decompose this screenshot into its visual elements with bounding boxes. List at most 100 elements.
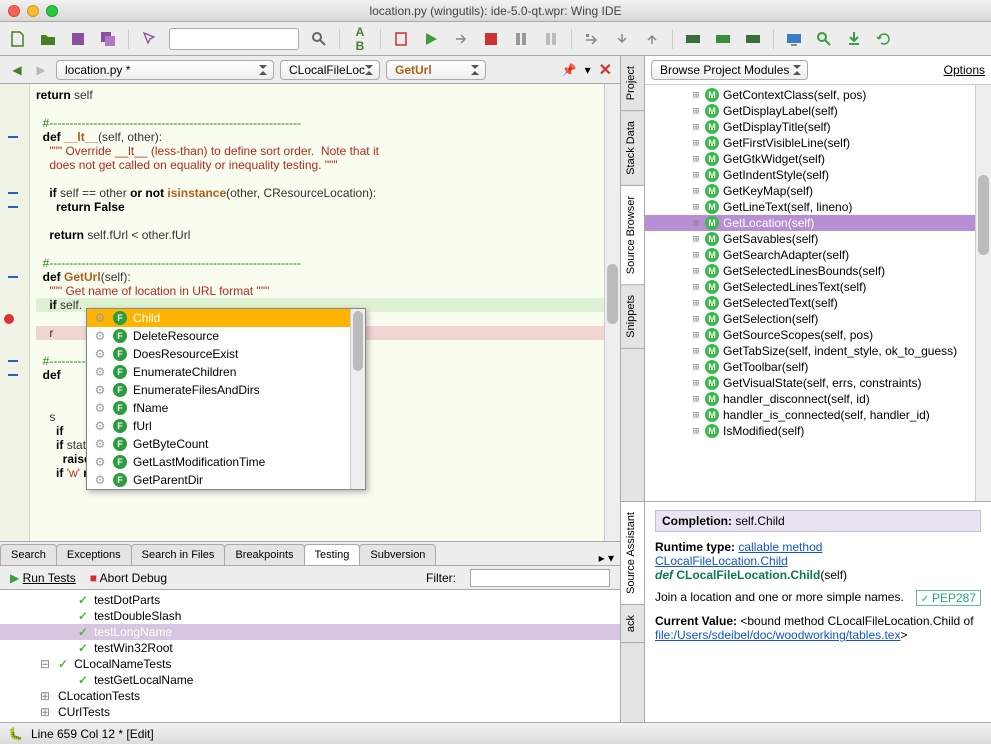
expand-icon[interactable]: ⊞ — [691, 346, 701, 357]
pin-icon[interactable]: 📌 — [562, 63, 577, 77]
browser-method-item[interactable]: ⊞MGetIndentStyle(self) — [645, 167, 975, 183]
save-all-icon[interactable] — [98, 29, 118, 49]
browser-method-item[interactable]: ⊞MGetFirstVisibleLine(self) — [645, 135, 975, 151]
browser-scrollbar[interactable] — [975, 85, 991, 501]
autocomplete-item[interactable]: ⚙FfUrl — [87, 417, 365, 435]
file-selector[interactable]: location.py * — [56, 60, 274, 80]
filter-input[interactable] — [470, 569, 610, 587]
current-value-link[interactable]: file:/Users/sdeibel/doc/woodworking/tabl… — [655, 628, 900, 642]
expand-icon[interactable]: ⊞ — [691, 298, 701, 309]
chevron-down-icon[interactable]: ▾ — [585, 63, 591, 77]
close-tab-icon[interactable]: ✕ — [599, 60, 612, 80]
test-item[interactable]: ⊞CUrlTests — [0, 704, 620, 720]
autocomplete-item[interactable]: ⚙FfName — [87, 399, 365, 417]
search-icon[interactable] — [309, 29, 329, 49]
abort-debug-button[interactable]: ■ Abort Debug — [90, 571, 167, 585]
browser-method-item[interactable]: ⊞MGetLineText(self, lineno) — [645, 199, 975, 215]
editor-scrollbar[interactable] — [604, 84, 620, 541]
download-icon[interactable] — [844, 29, 864, 49]
autocomplete-item[interactable]: ⚙FDeleteResource — [87, 327, 365, 345]
tab-testing[interactable]: Testing — [304, 544, 361, 565]
browser-method-item[interactable]: ⊞MGetVisualState(self, errs, constraints… — [645, 375, 975, 391]
expand-icon[interactable]: ⊞ — [691, 362, 701, 373]
browser-method-item[interactable]: ⊞MGetSelection(self) — [645, 311, 975, 327]
frame-back-icon[interactable] — [683, 29, 703, 49]
expand-icon[interactable]: ⊞ — [691, 218, 701, 229]
expand-icon[interactable]: ⊞ — [691, 314, 701, 325]
autocomplete-item[interactable]: ⚙FGetParentDir — [87, 471, 365, 489]
vtab-ack[interactable]: ack — [621, 605, 644, 643]
class-selector[interactable]: CLocalFileLoc — [280, 60, 380, 80]
test-item[interactable]: ✓testDotParts — [0, 592, 620, 608]
vtab-stack-data[interactable]: Stack Data — [621, 111, 644, 186]
expand-icon[interactable]: ⊞ — [691, 250, 701, 261]
test-item[interactable]: ✓testWin32Root — [0, 640, 620, 656]
expand-icon[interactable]: ⊞ — [691, 106, 701, 117]
tab-search-in-files[interactable]: Search in Files — [131, 544, 226, 565]
test-item[interactable]: ⊞CLocationTests — [0, 688, 620, 704]
options-link[interactable]: Options — [944, 63, 985, 77]
autocomplete-popup[interactable]: ⚙FChild⚙FDeleteResource⚙FDoesResourceExi… — [86, 308, 366, 490]
expand-icon[interactable]: ⊞ — [691, 202, 701, 213]
expand-icon[interactable]: ⊞ — [691, 170, 701, 181]
autocomplete-scrollbar[interactable] — [350, 309, 365, 489]
frame-fwd-icon[interactable] — [743, 29, 763, 49]
test-tree[interactable]: ✓testDotParts✓testDoubleSlash✓testLongNa… — [0, 590, 620, 722]
expand-icon[interactable]: ⊞ — [691, 410, 701, 421]
browser-method-item[interactable]: ⊞MGetKeyMap(self) — [645, 183, 975, 199]
expand-icon[interactable]: ⊞ — [691, 122, 701, 133]
monitor-icon[interactable] — [784, 29, 804, 49]
tab-exceptions[interactable]: Exceptions — [56, 544, 132, 565]
refresh-icon[interactable] — [874, 29, 894, 49]
expand-icon[interactable]: ⊞ — [691, 378, 701, 389]
function-selector[interactable]: GetUrl — [386, 60, 486, 80]
expand-icon[interactable]: ⊞ — [691, 282, 701, 293]
autocomplete-item[interactable]: ⚙FEnumerateChildren — [87, 363, 365, 381]
expand-icon[interactable]: ⊞ — [691, 266, 701, 277]
back-button[interactable]: ◀ — [8, 61, 26, 79]
browse-mode-selector[interactable]: Browse Project Modules — [651, 60, 808, 80]
expand-icon[interactable]: ⊞ — [691, 234, 701, 245]
toolbar-search-input[interactable] — [169, 28, 299, 50]
find-icon[interactable] — [814, 29, 834, 49]
browser-method-item[interactable]: ⊞MGetDisplayTitle(self) — [645, 119, 975, 135]
autocomplete-item[interactable]: ⚙FChild — [87, 309, 365, 327]
autocomplete-item[interactable]: ⚙FGetByteCount — [87, 435, 365, 453]
vtab-project[interactable]: Project — [621, 56, 644, 111]
tab-search[interactable]: Search — [0, 544, 57, 565]
browser-method-item[interactable]: ⊞MGetSourceScopes(self, pos) — [645, 327, 975, 343]
new-file-icon[interactable] — [8, 29, 28, 49]
runtime-type-link[interactable]: callable method — [738, 540, 822, 554]
run-icon[interactable] — [421, 29, 441, 49]
browser-method-item[interactable]: ⊞MIsModified(self) — [645, 423, 975, 439]
code-editor[interactable]: return self #---------------------------… — [0, 84, 620, 542]
vtab-snippets[interactable]: Snippets — [621, 285, 644, 349]
browser-method-item[interactable]: ⊞MGetSelectedText(self) — [645, 295, 975, 311]
debug-file-icon[interactable] — [391, 29, 411, 49]
vtab-source-browser[interactable]: Source Browser — [621, 186, 644, 285]
step-out-icon[interactable] — [642, 29, 662, 49]
browser-method-item[interactable]: ⊞MGetSelectedLinesBounds(self) — [645, 263, 975, 279]
runtime-class-link[interactable]: CLocalFileLocation.Child — [655, 554, 788, 568]
browser-method-item[interactable]: ⊞MGetLocation(self) — [645, 215, 975, 231]
browser-method-item[interactable]: ⊞MGetSearchAdapter(self) — [645, 247, 975, 263]
browser-method-item[interactable]: ⊞MGetDisplayLabel(self) — [645, 103, 975, 119]
step-icon[interactable] — [451, 29, 471, 49]
browser-method-item[interactable]: ⊞MGetContextClass(self, pos) — [645, 87, 975, 103]
browser-method-item[interactable]: ⊞MGetGtkWidget(self) — [645, 151, 975, 167]
browser-method-item[interactable]: ⊞MGetToolbar(self) — [645, 359, 975, 375]
vtab-source-assistant[interactable]: Source Assistant — [621, 502, 644, 605]
browser-method-item[interactable]: ⊞Mhandler_disconnect(self, id) — [645, 391, 975, 407]
run-tests-button[interactable]: ▶ Run Tests — [10, 571, 76, 585]
expand-icon[interactable]: ⊞ — [691, 186, 701, 197]
autocomplete-item[interactable]: ⚙FGetLastModificationTime — [87, 453, 365, 471]
tabs-overflow-icon[interactable]: ▸ ▾ — [593, 551, 620, 565]
pause-icon[interactable] — [511, 29, 531, 49]
tab-breakpoints[interactable]: Breakpoints — [224, 544, 304, 565]
frame-current-icon[interactable] — [713, 29, 733, 49]
expand-icon[interactable]: ⊞ — [691, 138, 701, 149]
test-item[interactable]: ✓testDoubleSlash — [0, 608, 620, 624]
pause2-icon[interactable] — [541, 29, 561, 49]
step-over-icon[interactable] — [582, 29, 602, 49]
reindent-icon[interactable]: AB — [350, 29, 370, 49]
